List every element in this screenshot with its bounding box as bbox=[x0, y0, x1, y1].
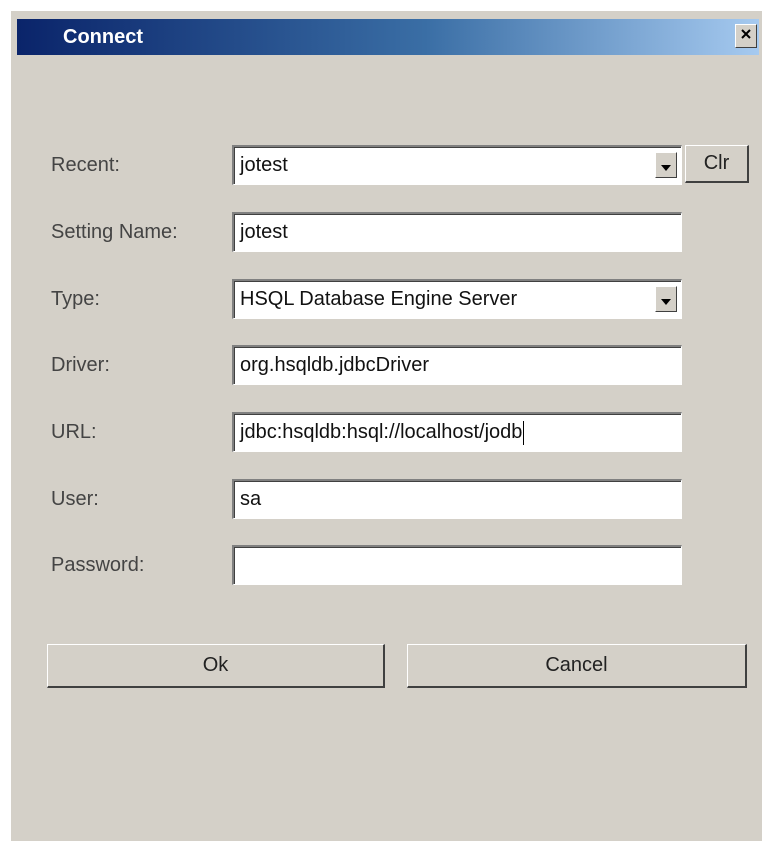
password-label: Password: bbox=[51, 554, 145, 576]
user-input[interactable]: sa bbox=[232, 479, 682, 519]
user-label: User: bbox=[51, 488, 99, 510]
setting-name-value: jotest bbox=[240, 221, 288, 243]
recent-dropdown-button[interactable] bbox=[655, 152, 677, 178]
type-dropdown-button[interactable] bbox=[655, 286, 677, 312]
close-icon bbox=[740, 27, 752, 45]
chevron-down-icon bbox=[661, 281, 671, 317]
driver-label: Driver: bbox=[51, 354, 110, 376]
driver-input[interactable]: org.hsqldb.jdbcDriver bbox=[232, 345, 682, 385]
text-caret bbox=[523, 420, 525, 445]
type-combo[interactable]: HSQL Database Engine Server bbox=[232, 279, 682, 319]
setting-name-input[interactable]: jotest bbox=[232, 212, 682, 252]
url-input[interactable]: jdbc:hsqldb:hsql://localhost/jodb bbox=[232, 412, 682, 452]
title-bar[interactable]: Connect bbox=[17, 19, 759, 55]
cancel-button[interactable]: Cancel bbox=[407, 644, 747, 688]
recent-value: jotest bbox=[240, 154, 288, 176]
setting-name-label: Setting Name: bbox=[51, 221, 178, 243]
connect-dialog: Connect Recent: jotest Clr Setting Name:… bbox=[10, 10, 762, 841]
driver-value: org.hsqldb.jdbcDriver bbox=[240, 354, 429, 376]
recent-label: Recent: bbox=[51, 154, 120, 176]
type-label: Type: bbox=[51, 288, 100, 310]
password-input[interactable] bbox=[232, 545, 682, 585]
close-button[interactable] bbox=[735, 24, 757, 48]
recent-combo[interactable]: jotest bbox=[232, 145, 682, 185]
dialog-title: Connect bbox=[63, 26, 143, 48]
type-value: HSQL Database Engine Server bbox=[240, 288, 518, 310]
ok-button[interactable]: Ok bbox=[47, 644, 385, 688]
chevron-down-icon bbox=[661, 147, 671, 183]
url-value: jdbc:hsqldb:hsql://localhost/jodb bbox=[240, 421, 523, 443]
clear-recent-button[interactable]: Clr bbox=[685, 145, 749, 183]
user-value: sa bbox=[240, 488, 262, 510]
url-label: URL: bbox=[51, 421, 97, 443]
